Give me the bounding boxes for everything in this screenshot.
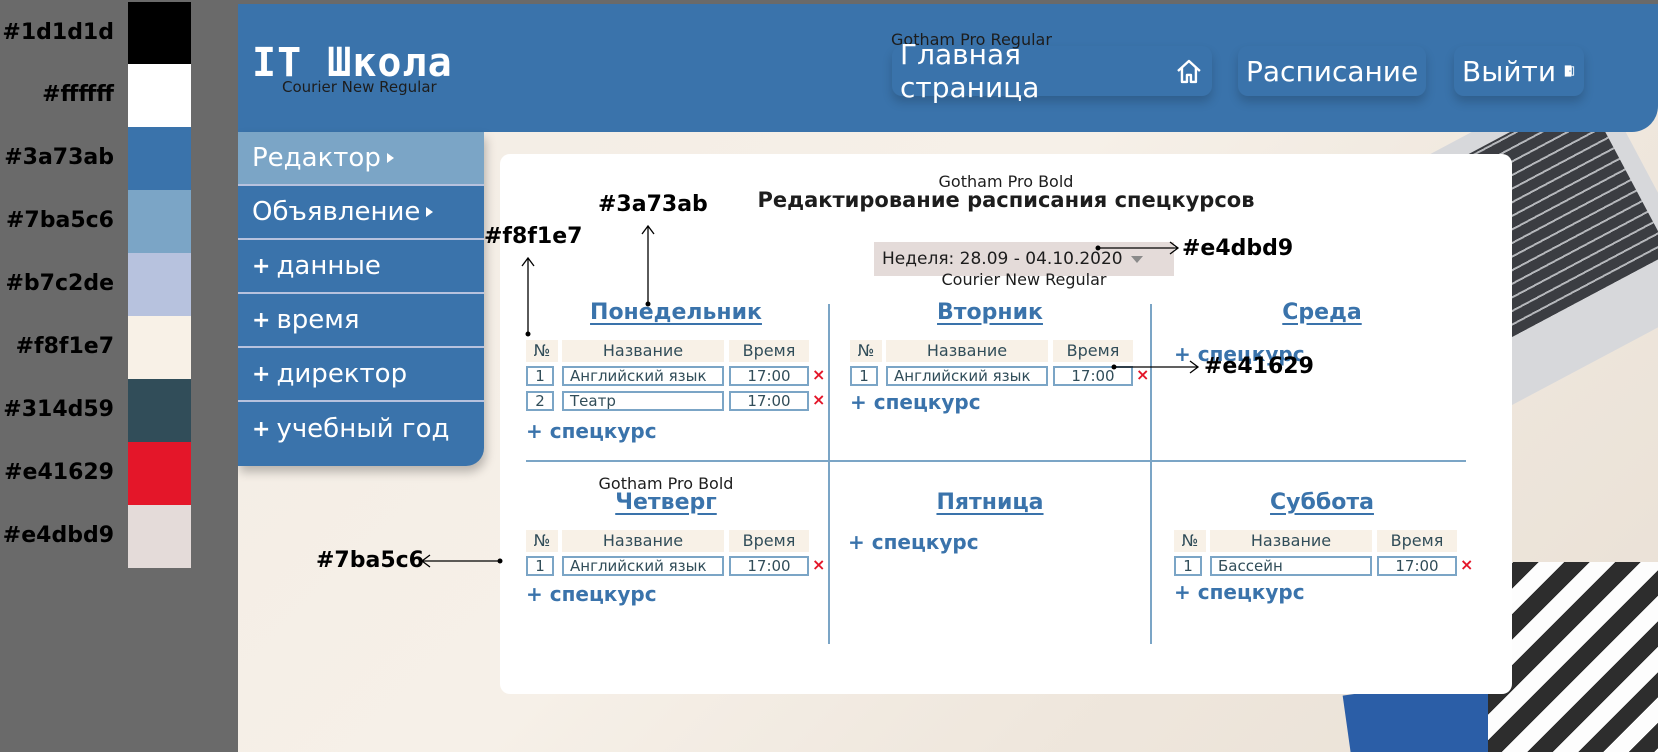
design-spec-board: #1d1d1d #ffffff #3a73ab #7ba5c6 #b7c2de … [0, 0, 1658, 752]
swatch-label: #3a73ab [4, 145, 114, 170]
swatch-row: #1d1d1d [0, 2, 236, 65]
swatch-color [128, 442, 191, 505]
swatch-label: #b7c2de [5, 271, 114, 296]
swatch-row: #b7c2de [0, 253, 236, 316]
swatch-row: #7ba5c6 [0, 190, 236, 253]
swatch-label: #ffffff [42, 82, 114, 107]
swatch-color [128, 253, 191, 316]
swatch-color [128, 2, 191, 65]
swatch-color [128, 505, 191, 568]
arrow-dot [1111, 364, 1117, 370]
swatch-row: #f8f1e7 [0, 316, 236, 379]
swatch-label: #e4dbd9 [2, 523, 114, 548]
swatch-color [128, 64, 191, 127]
color-palette: #1d1d1d #ffffff #3a73ab #7ba5c6 #b7c2de … [0, 0, 236, 752]
swatch-row: #e41629 [0, 442, 236, 505]
swatch-label: #1d1d1d [2, 20, 114, 45]
swatch-color [128, 127, 191, 190]
swatch-label: #314d59 [3, 397, 114, 422]
swatch-row: #ffffff [0, 64, 236, 127]
swatch-label: #7ba5c6 [6, 208, 114, 233]
arrow-dot [497, 558, 503, 564]
arrow-dot [1095, 245, 1101, 251]
swatch-row: #e4dbd9 [0, 505, 236, 568]
swatch-label: #f8f1e7 [15, 334, 114, 359]
swatch-color [128, 379, 191, 442]
swatch-color [128, 316, 191, 379]
arrow-dot [525, 331, 531, 337]
swatch-label: #e41629 [4, 460, 114, 485]
mockup-screen: IT Школа Courier New Regular Gotham Pro … [238, 4, 1658, 752]
swatch-row: #3a73ab [0, 127, 236, 190]
arrow-dot [645, 301, 651, 307]
annotation-arrows [420, 224, 1200, 568]
swatch-color [128, 190, 191, 253]
swatch-row: #314d59 [0, 379, 236, 442]
